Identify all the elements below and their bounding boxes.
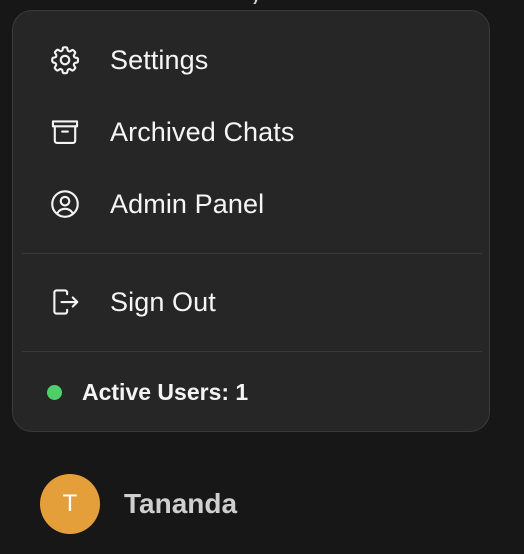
app-stage: y Settings Archived Chats	[0, 0, 524, 554]
online-status-dot	[47, 384, 62, 400]
cutoff-text: y	[250, 0, 290, 4]
menu-item-label: Admin Panel	[110, 188, 265, 219]
menu-item-settings[interactable]: Settings	[22, 31, 482, 89]
cutoff-glyph: y	[250, 0, 290, 4]
menu-item-label: Sign Out	[110, 286, 216, 317]
menu-item-label: Settings	[110, 44, 209, 75]
menu-item-admin-panel[interactable]: Admin Panel	[22, 175, 482, 233]
menu-item-sign-out[interactable]: Sign Out	[22, 273, 482, 331]
sign-out-icon	[48, 285, 82, 319]
user-circle-icon	[48, 187, 82, 221]
user-dropdown-menu: Settings Archived Chats Admin Panel Sign…	[12, 10, 490, 432]
avatar-initial: T	[62, 490, 78, 517]
gear-icon	[48, 43, 82, 77]
menu-divider	[22, 253, 482, 254]
archive-icon	[48, 115, 82, 149]
active-users-label: Active Users: 1	[82, 378, 249, 405]
menu-divider	[22, 351, 482, 352]
user-name: Tananda	[124, 488, 238, 519]
menu-item-label: Archived Chats	[110, 116, 295, 147]
avatar: T	[40, 474, 100, 534]
active-users-indicator: Active Users: 1	[47, 374, 248, 410]
menu-item-archived-chats[interactable]: Archived Chats	[22, 103, 482, 161]
user-profile-button[interactable]: T Tananda	[40, 474, 237, 534]
